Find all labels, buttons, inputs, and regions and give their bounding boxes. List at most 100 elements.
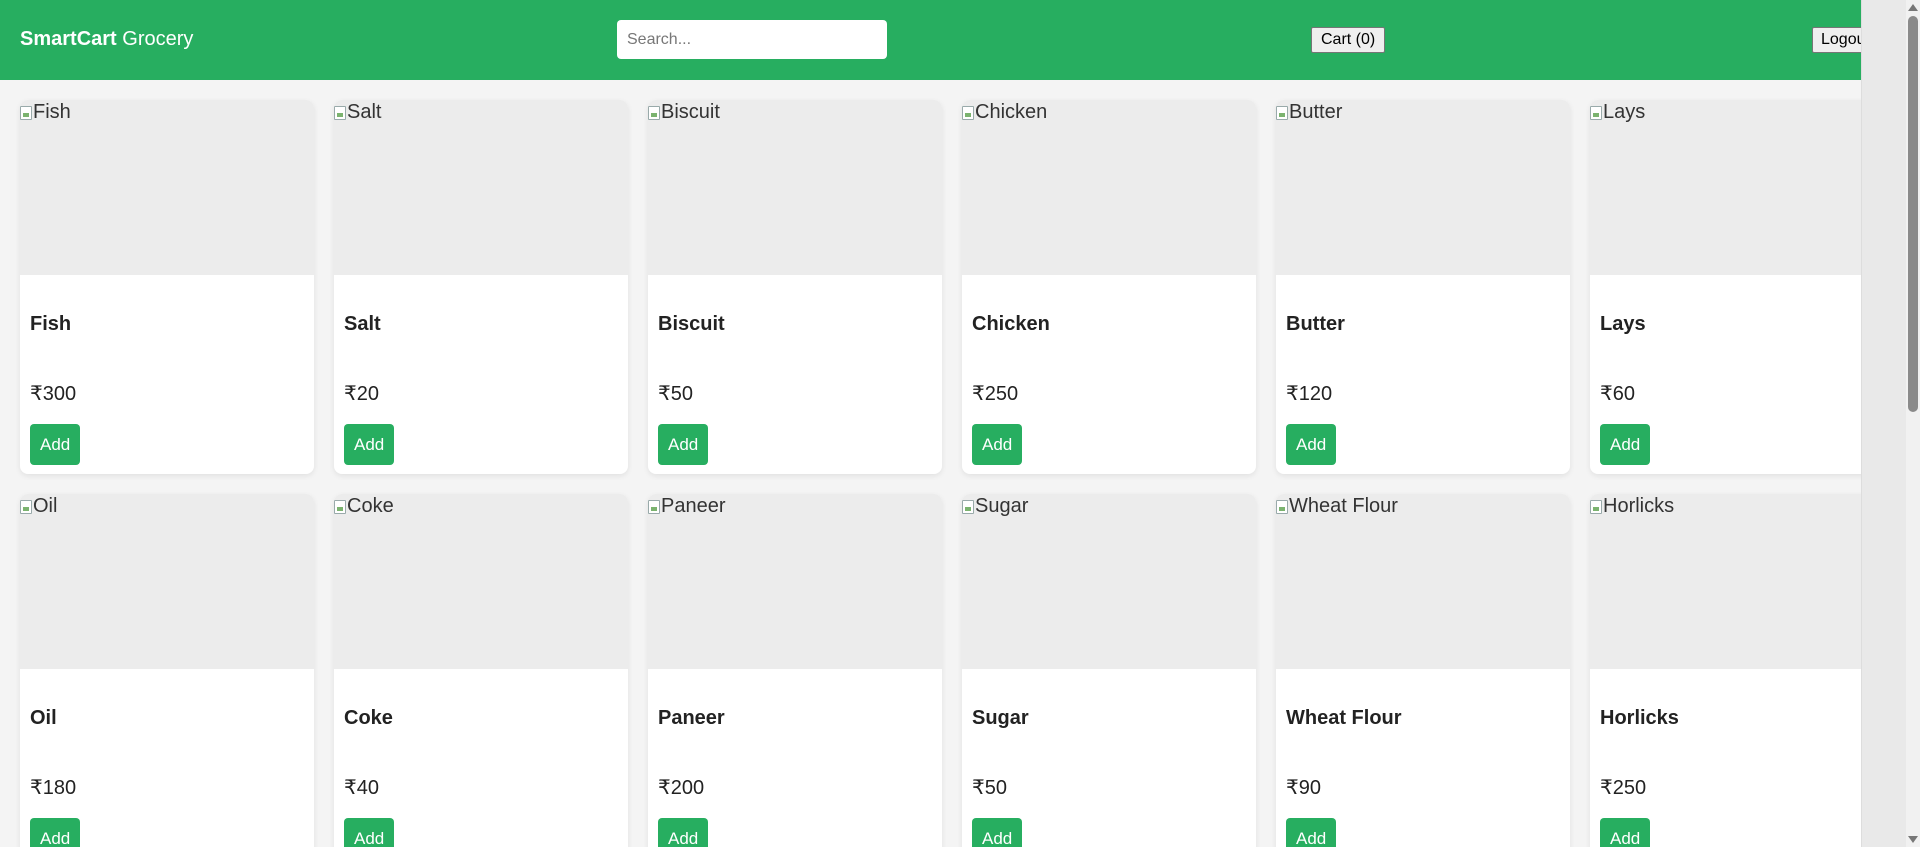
broken-image: Oil	[20, 494, 57, 518]
product-image-alt: Salt	[347, 101, 382, 123]
brand-name-bold: SmartCart	[20, 28, 117, 50]
product-image: Wheat Flour	[1276, 494, 1570, 669]
product-name: Lays	[1600, 313, 1646, 335]
search-input[interactable]	[617, 20, 887, 59]
broken-image-icon	[648, 105, 660, 120]
product-image-alt: Horlicks	[1603, 495, 1675, 517]
broken-image: Fish	[20, 100, 71, 124]
broken-image-icon	[962, 105, 974, 120]
broken-image: Lays	[1590, 100, 1645, 124]
product-card: Paneer Paneer ₹200 Add	[648, 494, 942, 847]
product-card: Sugar Sugar ₹50 Add	[962, 494, 1256, 847]
product-image: Butter	[1276, 100, 1570, 275]
scrollbar-track	[1861, 0, 1906, 847]
product-card: Salt Salt ₹20 Add	[334, 100, 628, 474]
top-header: SmartCart Grocery Cart (0) Logout	[0, 0, 1861, 80]
product-image: Horlicks	[1590, 494, 1861, 669]
product-name: Sugar	[972, 707, 1029, 729]
brand-name-rest: Grocery	[116, 28, 194, 50]
page-viewport: SmartCart Grocery Cart (0) Logout FishFi…	[0, 0, 1861, 847]
cart-button[interactable]: Cart (0)	[1311, 27, 1386, 53]
vertical-scrollbar[interactable]	[1861, 0, 1920, 847]
broken-image-icon	[1276, 499, 1288, 514]
product-price: ₹40	[344, 777, 379, 799]
product-image: Coke	[334, 494, 628, 669]
product-image: Chicken	[962, 100, 1256, 275]
add-to-cart-button[interactable]: Add	[30, 818, 81, 847]
product-name: Coke	[344, 707, 393, 729]
broken-image-icon	[334, 499, 346, 514]
add-to-cart-button[interactable]: Add	[972, 818, 1023, 847]
product-price: ₹90	[1286, 777, 1321, 799]
product-image-alt: Paneer	[661, 495, 726, 517]
add-to-cart-button[interactable]: Add	[344, 424, 395, 465]
add-to-cart-button[interactable]: Add	[658, 818, 709, 847]
add-to-cart-button[interactable]: Add	[658, 424, 709, 465]
product-price: ₹300	[30, 383, 77, 405]
add-to-cart-button[interactable]: Add	[972, 424, 1023, 465]
product-name: Wheat Flour	[1286, 707, 1402, 729]
product-image-alt: Oil	[33, 495, 58, 517]
product-price: ₹250	[1600, 777, 1647, 799]
product-image-alt: Lays	[1603, 101, 1646, 123]
product-image-alt: Fish	[33, 101, 71, 123]
product-card: Chicken Chicken ₹250 Add	[962, 100, 1256, 474]
product-image: Salt	[334, 100, 628, 275]
broken-image-icon	[334, 105, 346, 120]
product-image: Sugar	[962, 494, 1256, 669]
product-image: Biscuit	[648, 100, 942, 275]
add-to-cart-button[interactable]: Add	[1286, 424, 1337, 465]
broken-image-icon	[962, 499, 974, 514]
product-image-alt: Wheat Flour	[1289, 495, 1398, 517]
add-to-cart-button[interactable]: Add	[1600, 424, 1651, 465]
product-card: Butter Butter ₹120 Add	[1276, 100, 1570, 474]
product-name: Salt	[344, 313, 381, 335]
product-price: ₹250	[972, 383, 1019, 405]
product-card: Fish Fish ₹300 Add	[20, 100, 314, 474]
product-name: Biscuit	[658, 313, 725, 335]
product-price: ₹50	[972, 777, 1007, 799]
broken-image: Horlicks	[1590, 494, 1674, 518]
add-to-cart-button[interactable]: Add	[30, 424, 81, 465]
broken-image-icon	[1276, 105, 1288, 120]
product-price: ₹50	[658, 383, 693, 405]
product-image: Lays	[1590, 100, 1861, 275]
product-card: Oil Oil ₹180 Add	[20, 494, 314, 847]
broken-image: Wheat Flour	[1276, 494, 1398, 518]
broken-image: Butter	[1276, 100, 1342, 124]
broken-image-icon	[20, 499, 32, 514]
product-image-alt: Sugar	[975, 495, 1029, 517]
broken-image: Sugar	[962, 494, 1028, 518]
product-image-alt: Butter	[1289, 101, 1343, 123]
product-price: ₹20	[344, 383, 379, 405]
product-card: Lays Lays ₹60 Add	[1590, 100, 1861, 474]
product-name: Chicken	[972, 313, 1050, 335]
product-price: ₹120	[1286, 383, 1333, 405]
product-image-alt: Biscuit	[661, 101, 720, 123]
product-price: ₹200	[658, 777, 705, 799]
product-name: Fish	[30, 313, 72, 335]
product-price: ₹180	[30, 777, 77, 799]
product-name: Butter	[1286, 313, 1345, 335]
scroll-down-icon[interactable]	[1908, 836, 1918, 843]
broken-image-icon	[648, 499, 660, 514]
product-image-alt: Coke	[347, 495, 394, 517]
broken-image: Chicken	[962, 100, 1047, 124]
broken-image-icon	[20, 105, 32, 120]
product-image: Paneer	[648, 494, 942, 669]
product-grid: Fish Fish ₹300 Add Salt Salt ₹20 Add Biscuit Bisc…	[20, 100, 1861, 847]
add-to-cart-button[interactable]: Add	[1286, 818, 1337, 847]
broken-image: Salt	[334, 100, 381, 124]
scrollbar-thumb[interactable]	[1908, 16, 1918, 412]
scroll-up-icon[interactable]	[1908, 4, 1918, 11]
product-card: Coke Coke ₹40 Add	[334, 494, 628, 847]
scrollbar-gutter[interactable]	[1906, 0, 1920, 847]
logout-button[interactable]: Logout	[1812, 27, 1861, 53]
product-card: Horlicks Horlicks ₹250 Add	[1590, 494, 1861, 847]
add-to-cart-button[interactable]: Add	[1600, 818, 1651, 847]
broken-image: Biscuit	[648, 100, 720, 124]
product-card: Biscuit Biscuit ₹50 Add	[648, 100, 942, 474]
product-image-alt: Chicken	[975, 101, 1048, 123]
broken-image: Paneer	[648, 494, 726, 518]
add-to-cart-button[interactable]: Add	[344, 818, 395, 847]
